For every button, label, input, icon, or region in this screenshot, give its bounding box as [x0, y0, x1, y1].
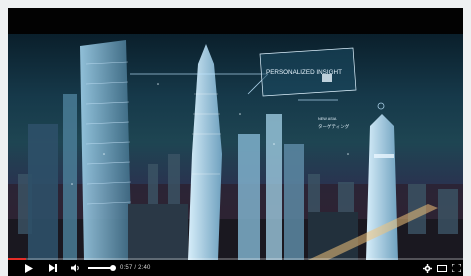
volume-slider[interactable]: [88, 265, 116, 271]
mute-button[interactable]: [68, 260, 84, 276]
next-button[interactable]: [46, 260, 60, 276]
overlay-tag: NEW ASIA: [318, 117, 337, 121]
overlay-title: PERSONALIZED INSIGHT: [266, 69, 342, 76]
city-scene: PERSONALIZED INSIGHT NEW ASIA ターゲティング: [8, 40, 463, 260]
fullscreen-icon: [451, 264, 461, 272]
fullscreen-button[interactable]: [450, 260, 462, 276]
overlay-subtitle: ターゲティング: [318, 123, 350, 130]
next-icon: [49, 264, 57, 272]
play-button[interactable]: [22, 260, 36, 276]
volume-icon: [71, 264, 81, 272]
volume-fill: [88, 267, 113, 269]
settings-icon: [422, 263, 432, 273]
letterbox-top: [8, 8, 463, 34]
miniplayer-button[interactable]: [436, 260, 448, 276]
video-player[interactable]: PERSONALIZED INSIGHT NEW ASIA ターゲティング 0:…: [8, 8, 463, 276]
settings-button[interactable]: [421, 260, 433, 276]
miniplayer-icon: [437, 264, 447, 272]
play-icon: [25, 263, 33, 273]
control-bar: 0:57 / 2:40: [8, 260, 463, 276]
video-frame[interactable]: PERSONALIZED INSIGHT NEW ASIA ターゲティング: [8, 34, 463, 260]
time-display: 0:57 / 2:40: [120, 265, 151, 271]
volume-handle[interactable]: [109, 265, 116, 271]
